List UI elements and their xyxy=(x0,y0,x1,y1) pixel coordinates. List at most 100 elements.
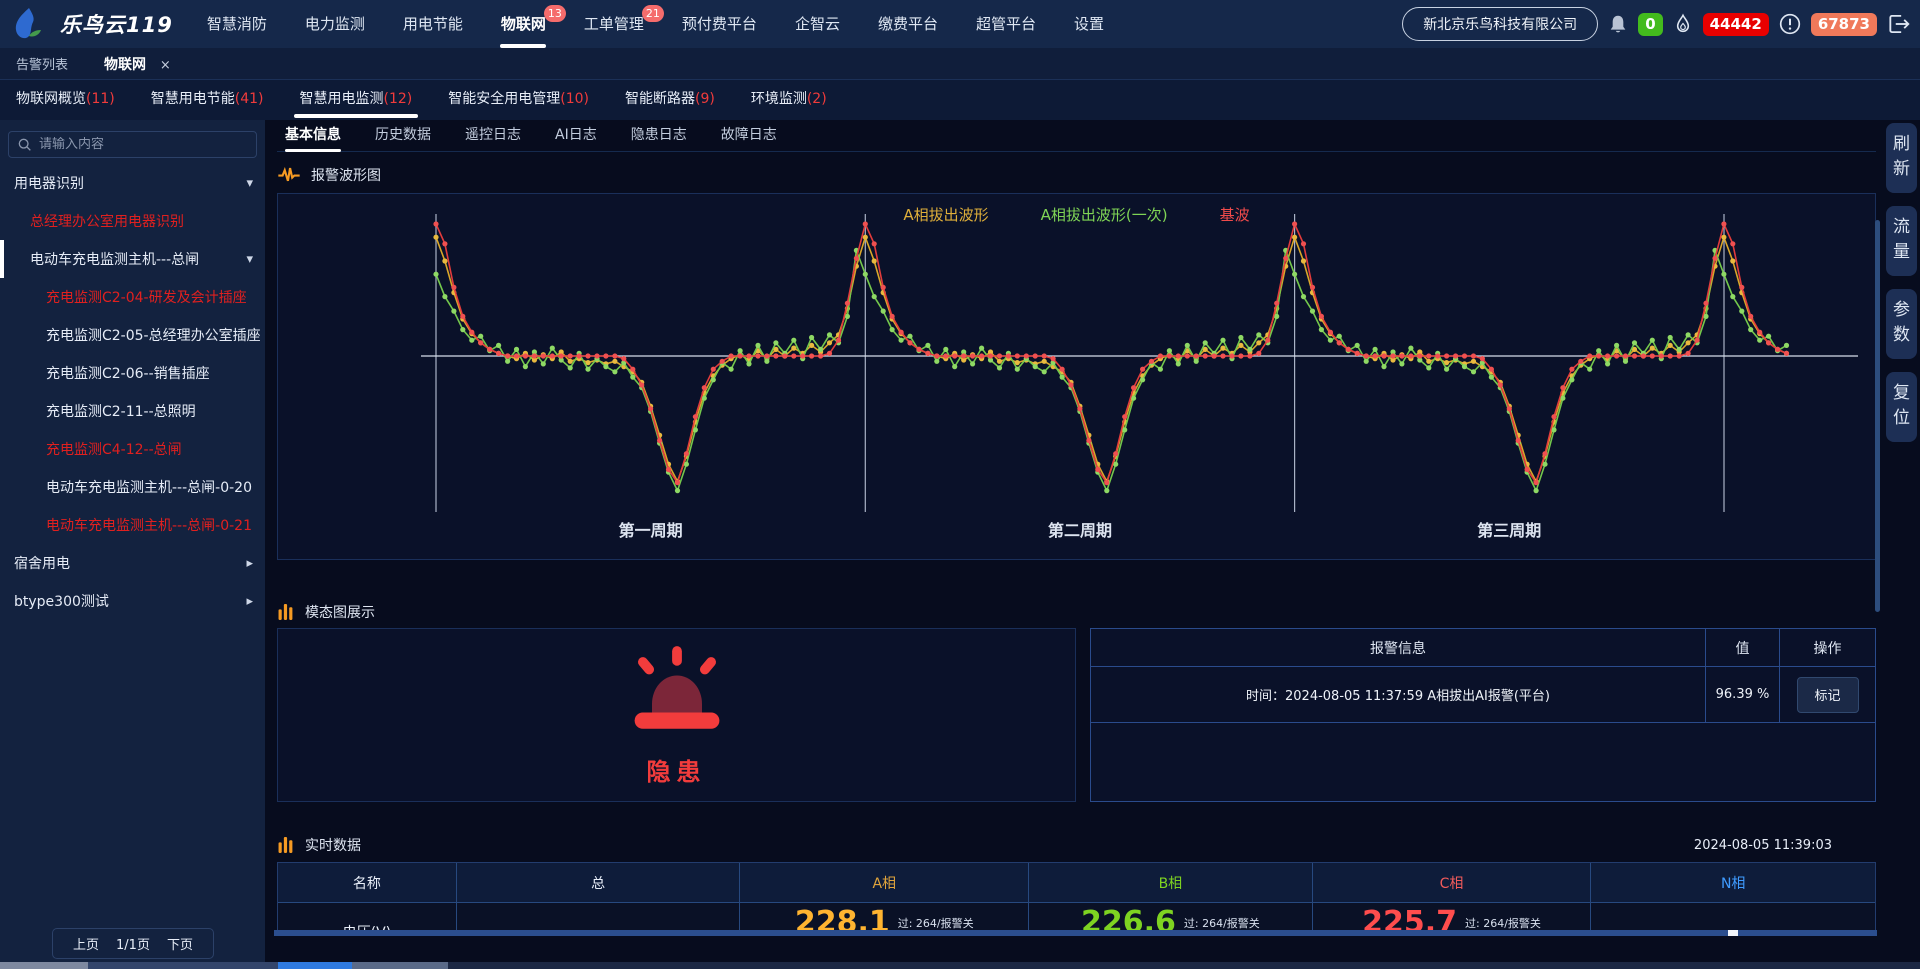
col-phase-n: N相 xyxy=(1591,863,1875,902)
close-icon[interactable]: × xyxy=(160,58,171,73)
main-menu: 智慧消防 电力监测 用电节能 物联网 13 工单管理 21 预付费平台 企智云 … xyxy=(207,0,1104,48)
tree-node-label: 电动车充电监测主机---总闸 xyxy=(30,249,199,269)
company-button[interactable]: 新北京乐鸟科技有限公司 xyxy=(1402,7,1598,41)
svg-text:第三周期: 第三周期 xyxy=(1477,521,1541,540)
reset-button[interactable]: 复位 xyxy=(1886,372,1917,442)
menu-item-work-orders[interactable]: 工单管理 21 xyxy=(584,0,644,48)
tab-label: 智慧用电监测 xyxy=(300,91,384,107)
tree-pagination: 上页 1/1页 下页 xyxy=(52,928,214,959)
waveform-icon xyxy=(277,167,301,183)
tree-node-gm-office-recognition[interactable]: 总经理办公室用电器识别 xyxy=(0,202,265,240)
tree-node-host-0-21[interactable]: 电动车充电监测主机---总闸-0-21 xyxy=(0,506,265,544)
tab-safe-power-mgmt[interactable]: 智能安全用电管理(10) xyxy=(448,80,589,120)
page-horizontal-scrollbar[interactable] xyxy=(0,962,1920,969)
tree-node-label: 总经理办公室用电器识别 xyxy=(30,211,184,231)
bell-count-badge: 0 xyxy=(1638,13,1662,36)
menu-item-fire[interactable]: 智慧消防 xyxy=(207,0,267,48)
next-page-button[interactable]: 下页 xyxy=(167,934,193,953)
bell-icon xyxy=(1607,12,1629,36)
chart-legend: A相拔出波形 A相拔出波形(一次) 基波 xyxy=(278,204,1875,225)
tab-env-monitor[interactable]: 环境监测(2) xyxy=(751,80,827,120)
phase-b-value-cell: 226.6 过: 264/报警关 xyxy=(1029,903,1313,930)
brand-title: 乐鸟云119 xyxy=(60,9,173,39)
detail-tabs: 基本信息 历史数据 遥控日志 AI日志 隐患日志 故障日志 xyxy=(277,122,1876,152)
notification-bell-button[interactable] xyxy=(1607,12,1629,36)
logout-button[interactable] xyxy=(1886,11,1912,37)
tab-smart-power-monitor[interactable]: 智慧用电监测(12) xyxy=(300,80,413,120)
search-icon xyxy=(17,137,32,152)
tree-node-btype300[interactable]: btype300测试▸ xyxy=(0,582,265,620)
tab-smart-breaker[interactable]: 智能断路器(9) xyxy=(625,80,715,120)
menu-item-power-monitor[interactable]: 电力监测 xyxy=(305,0,365,48)
tree-node-c4-12[interactable]: 充电监测C4-12--总闸 xyxy=(0,430,265,468)
warning-button[interactable] xyxy=(1778,12,1802,36)
tab-history-data[interactable]: 历史数据 xyxy=(375,122,431,151)
phase-a-value-cell: 228.1 过: 264/报警关 xyxy=(740,903,1029,930)
tree-node-c2-11[interactable]: 充电监测C2-11--总照明 xyxy=(0,392,265,430)
flow-button[interactable]: 流量 xyxy=(1886,206,1917,276)
search-input[interactable] xyxy=(39,137,248,152)
tree-node-dormitory[interactable]: 宿舍用电▸ xyxy=(0,544,265,582)
menu-item-payment[interactable]: 缴费平台 xyxy=(878,0,938,48)
menu-item-admin[interactable]: 超管平台 xyxy=(976,0,1036,48)
vertical-scrollbar-thumb[interactable] xyxy=(1875,220,1880,612)
legend-item-a-phase-once[interactable]: A相拔出波形(一次) xyxy=(1041,204,1168,225)
caret-down-icon: ▾ xyxy=(246,176,253,191)
tab-count: (2) xyxy=(807,91,827,107)
menu-item-prepaid[interactable]: 预付费平台 xyxy=(682,0,757,48)
refresh-button[interactable]: 刷新 xyxy=(1886,123,1917,193)
section-title: 报警波形图 xyxy=(311,165,381,185)
warn-count-badge: 67873 xyxy=(1811,13,1877,36)
tree-node-label: 电动车充电监测主机---总闸-0-21 xyxy=(46,515,252,535)
col-action: 操作 xyxy=(1780,629,1875,666)
tree-node-label: 充电监测C4-12--总闸 xyxy=(46,439,182,459)
section-title: 模态图展示 xyxy=(305,602,375,622)
menu-item-iot[interactable]: 物联网 13 xyxy=(501,0,546,48)
tree-node-appliance-recognition[interactable]: 用电器识别▾ xyxy=(0,164,265,202)
tree-node-c2-04[interactable]: 充电监测C2-04-研发及会计插座 xyxy=(0,278,265,316)
page-indicator: 1/1页 xyxy=(116,934,150,953)
tree-node-host-0-20[interactable]: 电动车充电监测主机---总闸-0-20 xyxy=(0,468,265,506)
content-horizontal-scrollbar[interactable] xyxy=(274,930,1877,936)
menu-item-settings[interactable]: 设置 xyxy=(1074,0,1104,48)
alarm-table-header: 报警信息 值 操作 xyxy=(1091,629,1875,667)
tab-count: (10) xyxy=(560,91,589,107)
tab-remote-log[interactable]: 遥控日志 xyxy=(465,122,521,151)
tab-label: 智能断路器 xyxy=(625,91,695,107)
tab-ai-log[interactable]: AI日志 xyxy=(555,122,597,151)
tab-alarm-list[interactable]: 告警列表 xyxy=(16,54,68,73)
tab-smart-energy-saving[interactable]: 智慧用电节能(41) xyxy=(151,80,264,120)
col-phase-b: B相 xyxy=(1029,863,1313,902)
menu-item-qizhiyun[interactable]: 企智云 xyxy=(795,0,840,48)
tree-node-c2-05[interactable]: 充电监测C2-05-总经理办公室插座 xyxy=(0,316,265,354)
menu-item-energy-saving[interactable]: 用电节能 xyxy=(403,0,463,48)
tree-search-box xyxy=(8,131,257,158)
alarm-waveform-chart-panel: 第一周期第二周期第三周期 A相拔出波形 A相拔出波形(一次) 基波 xyxy=(277,193,1876,560)
phase-b-value: 226.6 xyxy=(1081,908,1176,930)
svg-text:第一周期: 第一周期 xyxy=(619,521,683,540)
tab-iot[interactable]: 物联网 × xyxy=(104,54,171,74)
exclamation-icon xyxy=(1778,12,1802,36)
params-button[interactable]: 参数 xyxy=(1886,289,1917,359)
navbar-right: 新北京乐鸟科技有限公司 0 44442 xyxy=(1402,7,1912,41)
prev-page-button[interactable]: 上页 xyxy=(73,934,99,953)
mark-button[interactable]: 标记 xyxy=(1797,677,1859,713)
tree-node-ev-charging-host[interactable]: 电动车充电监测主机---总闸▾ xyxy=(0,240,265,278)
tab-fault-log[interactable]: 故障日志 xyxy=(721,122,777,151)
tree-node-c2-06[interactable]: 充电监测C2-06--销售插座 xyxy=(0,354,265,392)
col-name: 名称 xyxy=(278,863,457,902)
tab-basic-info[interactable]: 基本信息 xyxy=(285,122,341,151)
legend-item-a-phase[interactable]: A相拔出波形 xyxy=(903,204,988,225)
brand-logo-icon xyxy=(10,6,46,42)
menu-item-work-orders-label: 工单管理 xyxy=(584,15,644,33)
tab-hazard-log[interactable]: 隐患日志 xyxy=(631,122,687,151)
legend-item-fundamental[interactable]: 基波 xyxy=(1220,204,1250,225)
tab-iot-overview[interactable]: 物联网概览(11) xyxy=(16,80,115,120)
top-navbar: 乐鸟云119 智慧消防 电力监测 用电节能 物联网 13 工单管理 21 预付费… xyxy=(0,0,1920,48)
app-screen: 乐鸟云119 智慧消防 电力监测 用电节能 物联网 13 工单管理 21 预付费… xyxy=(0,0,1920,969)
section-title: 实时数据 xyxy=(305,835,361,855)
fire-alarm-button[interactable] xyxy=(1672,12,1694,36)
page-scrollbar-thumb[interactable] xyxy=(278,962,352,969)
scrollbar-segment xyxy=(352,962,448,969)
col-value: 值 xyxy=(1706,629,1780,666)
